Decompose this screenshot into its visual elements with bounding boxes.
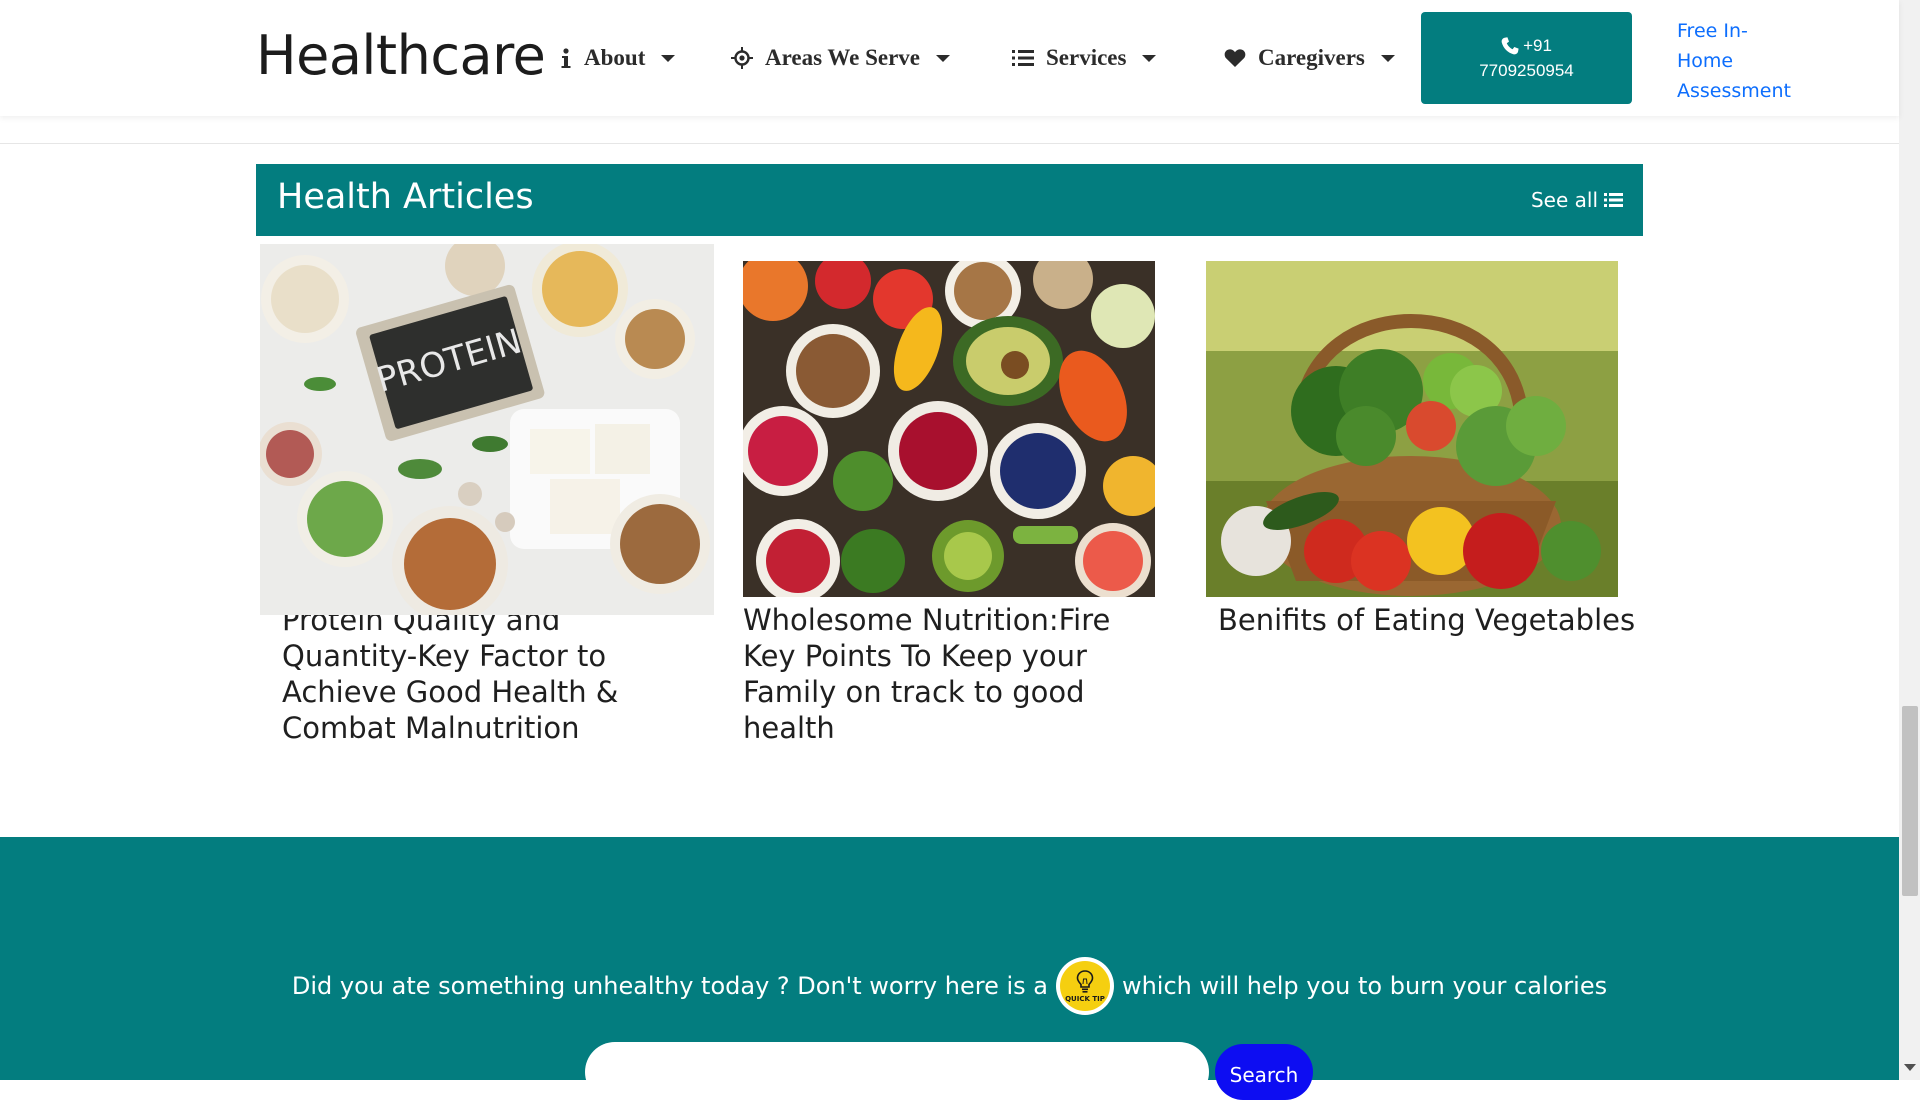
nav-services-label: Services bbox=[1046, 45, 1127, 70]
page-scrollbar[interactable] bbox=[1899, 0, 1920, 1080]
fruits-vegetables-bowls-photo bbox=[743, 261, 1155, 597]
article-title-3[interactable]: Benifits of Eating Vegetables bbox=[1218, 602, 1638, 638]
chevron-down-icon bbox=[1380, 54, 1395, 62]
crosshair-icon bbox=[731, 47, 753, 69]
chevron-down-icon bbox=[1142, 54, 1157, 62]
vegetables-image[interactable] bbox=[1206, 261, 1618, 597]
article-title-2[interactable]: Wholesome Nutrition:Fire Key Points To K… bbox=[743, 602, 1163, 746]
nav-caregivers[interactable]: Caregivers bbox=[1224, 42, 1395, 74]
quick-tip-badge[interactable]: QUICK TIP bbox=[1055, 957, 1114, 1015]
phone-icon bbox=[1501, 36, 1519, 54]
nav-about[interactable]: About bbox=[560, 42, 676, 74]
chevron-down-icon bbox=[661, 54, 676, 62]
quick-tip-label: QUICK TIP bbox=[1065, 994, 1105, 1003]
tip-text-after: which will help you to burn your calorie… bbox=[1121, 972, 1608, 1000]
search-button[interactable]: Search bbox=[1215, 1044, 1313, 1100]
health-articles-header: Health Articles See all bbox=[256, 164, 1643, 236]
phone-number: 7709250954 bbox=[1479, 61, 1574, 80]
chevron-down-icon bbox=[936, 54, 951, 62]
call-button[interactable]: +91 7709250954 bbox=[1421, 12, 1632, 104]
quick-tip-message: Did you ate something unhealthy today ? … bbox=[0, 957, 1899, 1015]
nav-about-label: About bbox=[584, 45, 646, 70]
search-input[interactable] bbox=[585, 1042, 1209, 1102]
nav-areas-label: Areas We Serve bbox=[765, 45, 921, 70]
free-assessment-link[interactable]: Free In-Home Assessment bbox=[1677, 16, 1797, 106]
tip-text-before: Did you ate something unhealthy today ? … bbox=[291, 972, 1048, 1000]
top-navbar: Healthcare About Areas We Serve Services bbox=[0, 0, 1899, 116]
protein-foods-image[interactable]: PROTEIN bbox=[260, 244, 714, 615]
lightbulb-icon bbox=[1076, 969, 1094, 993]
scrollbar-thumb[interactable] bbox=[1902, 706, 1918, 896]
heart-icon bbox=[1224, 49, 1246, 67]
section-divider bbox=[0, 143, 1899, 144]
info-icon bbox=[561, 48, 571, 68]
brand-logo-text[interactable]: Healthcare bbox=[256, 24, 546, 87]
protein-foods-photo: PROTEIN bbox=[260, 244, 714, 615]
scroll-down-arrow-icon[interactable] bbox=[1904, 1064, 1916, 1071]
see-all-label: See all bbox=[1530, 188, 1598, 212]
nav-caregivers-label: Caregivers bbox=[1258, 45, 1365, 70]
list-icon bbox=[1012, 50, 1034, 66]
see-all-link[interactable]: See all bbox=[1531, 188, 1623, 212]
vegetable-basket-photo bbox=[1206, 261, 1618, 597]
section-title: Health Articles bbox=[277, 177, 534, 217]
list-icon bbox=[1604, 193, 1623, 207]
phone-country-code: +91 bbox=[1523, 36, 1552, 55]
wholesome-nutrition-image[interactable] bbox=[743, 261, 1155, 597]
nav-areas-we-serve[interactable]: Areas We Serve bbox=[731, 42, 951, 74]
nav-services[interactable]: Services bbox=[1012, 42, 1157, 74]
article-title-1[interactable]: Protein Quality and Quantity-Key Factor … bbox=[282, 602, 702, 746]
